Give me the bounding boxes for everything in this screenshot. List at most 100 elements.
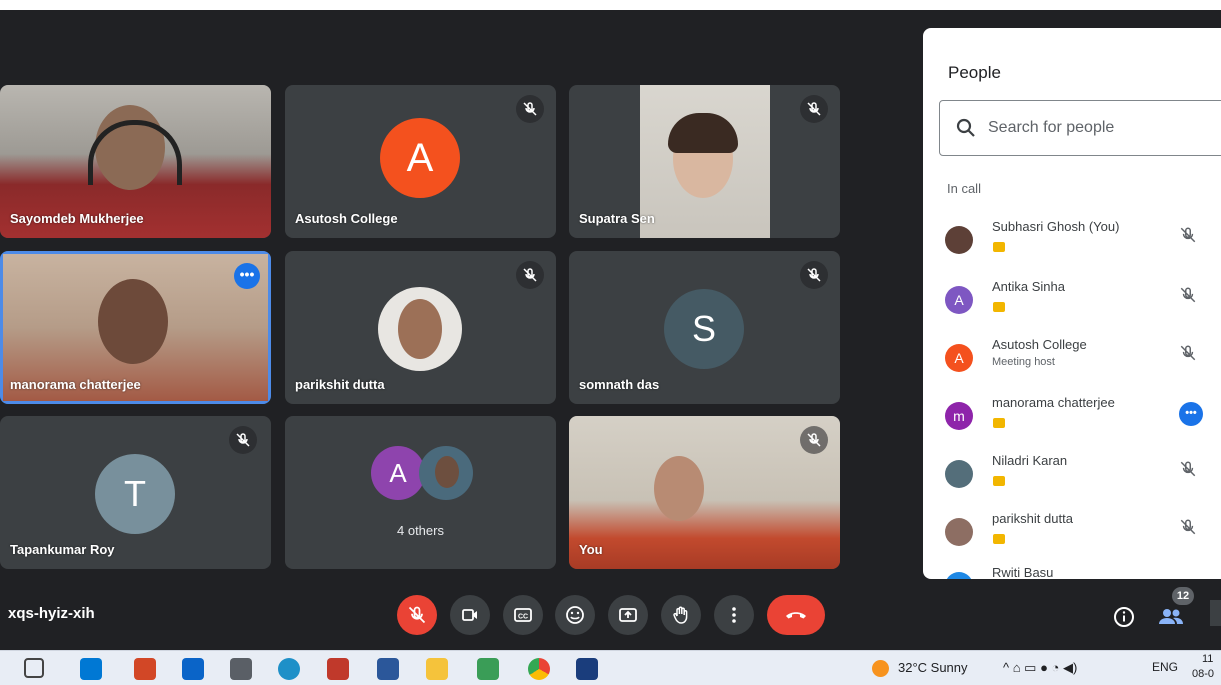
task-view-icon[interactable] xyxy=(24,658,44,678)
hang-up-icon xyxy=(786,612,806,619)
people-icon xyxy=(1159,609,1183,624)
present-screen-button[interactable] xyxy=(608,595,648,635)
participant-tile-manorama[interactable]: ••• manorama chatterjee xyxy=(0,251,271,404)
presentation-badge-icon xyxy=(993,302,1005,312)
emoji-icon xyxy=(566,606,584,624)
participant-row[interactable]: parikshit dutta xyxy=(923,510,1221,566)
participant-name: You xyxy=(579,542,603,557)
language-indicator[interactable]: ENG xyxy=(1152,660,1178,674)
participant-tile-self[interactable]: You xyxy=(569,416,840,569)
more-vert-icon xyxy=(732,607,736,623)
participant-row-name: Asutosh College xyxy=(992,337,1087,352)
mic-toggle-button[interactable] xyxy=(397,595,437,635)
participant-row[interactable]: R Rwiti Basu xyxy=(923,564,1221,579)
meet-stage: Sayomdeb Mukherjee A Asutosh College Sup… xyxy=(0,10,1221,650)
mic-off-icon xyxy=(516,95,544,123)
mic-off-icon xyxy=(800,426,828,454)
avatar: m xyxy=(945,402,973,430)
taskbar: 32°C Sunny ^ ⌂ ▭ ● ◔ ◀) ENG 11 08-0 xyxy=(0,650,1221,685)
avatar: A xyxy=(945,286,973,314)
photos-icon[interactable] xyxy=(477,658,499,680)
more-options-icon[interactable]: ••• xyxy=(1179,402,1203,426)
app-icon[interactable] xyxy=(576,658,598,680)
participant-row-name: manorama chatterjee xyxy=(992,395,1115,410)
avatar-face xyxy=(435,456,459,488)
participant-tile-somnath[interactable]: S somnath das xyxy=(569,251,840,404)
weather-icon xyxy=(872,660,889,677)
participant-row-name: Antika Sinha xyxy=(992,279,1065,294)
meeting-details-button[interactable] xyxy=(1113,606,1135,633)
others-count-label: 4 others xyxy=(397,523,444,538)
clock-date[interactable]: 08-0 xyxy=(1192,668,1214,680)
reactions-button[interactable] xyxy=(555,595,595,635)
camera-toggle-button[interactable] xyxy=(450,595,490,635)
avatar xyxy=(378,287,462,371)
participant-row-role: Meeting host xyxy=(992,356,1055,368)
participant-video xyxy=(640,85,770,238)
avatar xyxy=(419,446,473,500)
svg-text:CC: CC xyxy=(518,614,528,621)
participant-row[interactable]: m manorama chatterjee ••• xyxy=(923,394,1221,450)
powerpoint-icon[interactable] xyxy=(134,658,156,680)
people-count-badge: 12 xyxy=(1172,587,1194,605)
participant-tile-others[interactable]: A 4 others xyxy=(285,416,556,569)
avatar xyxy=(945,460,973,488)
participant-name: somnath das xyxy=(579,377,660,392)
store-icon[interactable] xyxy=(80,658,102,680)
search-input[interactable]: Search for people xyxy=(939,100,1221,156)
weather-text: 32°C Sunny xyxy=(898,660,968,675)
captions-icon: CC xyxy=(514,608,532,622)
captions-button[interactable]: CC xyxy=(503,595,543,635)
calculator-icon[interactable] xyxy=(230,658,252,680)
mail-icon[interactable] xyxy=(182,658,204,680)
participant-row[interactable]: Niladri Karan xyxy=(923,452,1221,508)
participant-row[interactable]: A Asutosh College Meeting host xyxy=(923,336,1221,392)
participant-name: Tapankumar Roy xyxy=(10,542,115,557)
participant-tile-supatra[interactable]: Supatra Sen xyxy=(569,85,840,238)
participant-row-name: Subhasri Ghosh (You) xyxy=(992,219,1120,234)
edge-icon[interactable] xyxy=(278,658,300,680)
hand-icon xyxy=(673,606,688,624)
participant-name: Supatra Sen xyxy=(579,211,655,226)
presentation-badge-icon xyxy=(993,418,1005,428)
participant-tile-parikshit[interactable]: parikshit dutta xyxy=(285,251,556,404)
avatar xyxy=(945,226,973,254)
raise-hand-button[interactable] xyxy=(661,595,701,635)
mic-off-icon xyxy=(408,606,426,624)
meeting-code: xqs-hyiz-xih xyxy=(8,605,95,622)
mic-off-icon xyxy=(516,261,544,289)
camera-icon xyxy=(462,609,477,621)
clock-time[interactable]: 11 xyxy=(1202,653,1213,665)
avatar: T xyxy=(95,454,175,534)
word-icon[interactable] xyxy=(377,658,399,680)
participant-tile-asutosh[interactable]: A Asutosh College xyxy=(285,85,556,238)
participant-row[interactable]: Subhasri Ghosh (You) xyxy=(923,218,1221,274)
mic-off-icon xyxy=(1180,345,1196,361)
mic-off-icon xyxy=(1180,461,1196,477)
search-placeholder: Search for people xyxy=(988,119,1115,136)
tray-icons[interactable]: ^ ⌂ ▭ ● ◔ ◀) xyxy=(1003,660,1077,676)
participant-name: manorama chatterjee xyxy=(10,377,141,392)
participant-tile-sayomdeb[interactable]: Sayomdeb Mukherjee xyxy=(0,85,271,238)
participant-row-name: Rwiti Basu xyxy=(992,565,1054,579)
participant-row[interactable]: A Antika Sinha xyxy=(923,278,1221,334)
panel-title: People xyxy=(948,63,1001,82)
in-call-label: In call xyxy=(947,181,981,196)
panel-edge xyxy=(1210,600,1221,626)
presentation-badge-icon xyxy=(993,476,1005,486)
participant-name: parikshit dutta xyxy=(295,377,385,392)
person-head xyxy=(98,279,168,364)
participant-tile-tapankumar[interactable]: T Tapankumar Roy xyxy=(0,416,271,569)
avatar: R xyxy=(945,572,973,579)
more-options-icon[interactable]: ••• xyxy=(234,263,260,289)
more-options-button[interactable] xyxy=(714,595,754,635)
avatar xyxy=(945,518,973,546)
file-explorer-icon[interactable] xyxy=(426,658,448,680)
avatar-face xyxy=(398,299,442,359)
chrome-icon[interactable] xyxy=(528,658,550,680)
person-head xyxy=(654,456,704,521)
people-panel: People Search for people In call Subhasr… xyxy=(923,28,1221,579)
paint-icon[interactable] xyxy=(327,658,349,680)
end-call-button[interactable] xyxy=(767,595,825,635)
info-icon xyxy=(1114,607,1134,627)
